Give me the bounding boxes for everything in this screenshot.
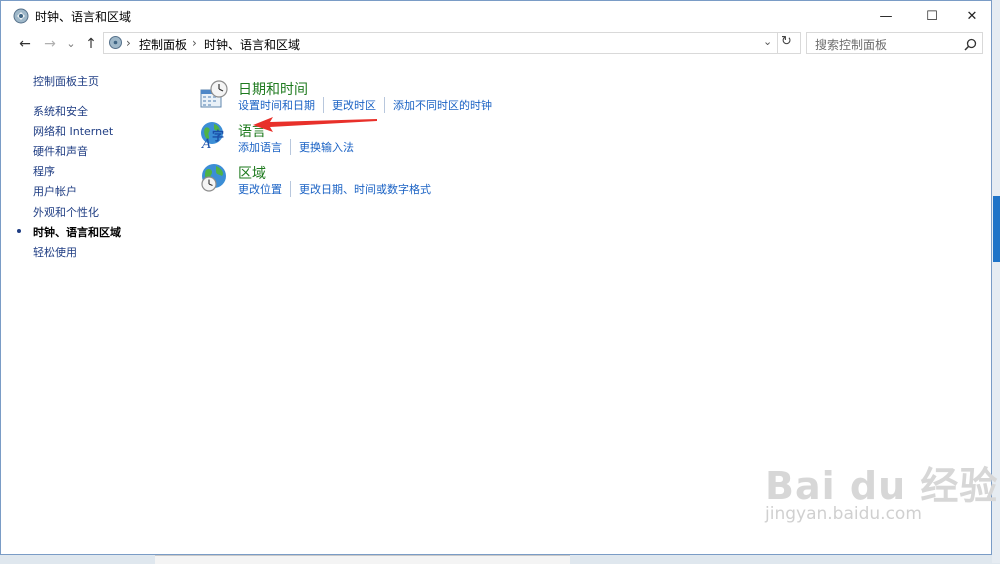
clock-calendar-icon[interactable]: [199, 79, 229, 109]
region-globe-icon[interactable]: [199, 163, 229, 193]
minimize-button[interactable]: —: [863, 1, 909, 31]
address-bar-row: ← → ⌄ ↑ › 控制面板 › 时钟、语言和区域 ⌄ ↻ 搜索控制面板: [1, 31, 991, 57]
annotation-arrow: [253, 117, 377, 132]
change-input-method-link[interactable]: 更换输入法: [290, 139, 362, 155]
sidebar-item-system-security[interactable]: 系统和安全: [33, 103, 88, 119]
breadcrumb-separator: ›: [126, 36, 131, 50]
region-links: 更改位置 更改日期、时间或数字格式: [238, 181, 439, 197]
forward-arrow-icon[interactable]: →: [41, 35, 59, 53]
date-time-title[interactable]: 日期和时间: [238, 79, 308, 99]
date-time-links: 设置时间和日期 更改时区 添加不同时区的时钟: [238, 97, 500, 113]
change-time-zone-link[interactable]: 更改时区: [323, 97, 384, 113]
add-clocks-link[interactable]: 添加不同时区的时钟: [384, 97, 500, 113]
title-bar[interactable]: 时钟、语言和区域 — ☐ ✕: [1, 1, 991, 31]
active-bullet-icon: [17, 229, 21, 233]
breadcrumb-control-panel[interactable]: 控制面板: [139, 36, 187, 53]
breadcrumb-clock-language-region[interactable]: 时钟、语言和区域: [204, 36, 300, 53]
back-arrow-icon[interactable]: ←: [16, 35, 34, 53]
recent-locations-icon[interactable]: ⌄: [62, 35, 80, 53]
add-language-link[interactable]: 添加语言: [238, 139, 290, 155]
change-location-link[interactable]: 更改位置: [238, 181, 290, 197]
watermark-brand: Bai du 经验: [765, 464, 999, 508]
control-panel-icon: [12, 7, 30, 25]
up-arrow-icon[interactable]: ↑: [82, 35, 100, 53]
sidebar-item-control-panel-home[interactable]: 控制面板主页: [33, 73, 99, 89]
language-globe-icon[interactable]: A 字: [199, 120, 229, 152]
svg-text:字: 字: [212, 128, 224, 143]
refresh-icon[interactable]: ↻: [781, 34, 792, 49]
breadcrumb-separator: ›: [192, 36, 197, 50]
address-field[interactable]: › 控制面板 › 时钟、语言和区域 ⌄ ↻: [103, 32, 801, 54]
sidebar-item-clock-language-region[interactable]: 时钟、语言和区域: [17, 224, 121, 240]
baidu-watermark: Bai du 经验 jingyan.baidu.com: [765, 455, 998, 524]
control-panel-small-icon: [108, 35, 123, 53]
close-button[interactable]: ✕: [949, 1, 995, 31]
sidebar-item-network-internet[interactable]: 网络和 Internet: [33, 123, 113, 139]
set-time-date-link[interactable]: 设置时间和日期: [238, 97, 323, 113]
search-icon[interactable]: [964, 36, 977, 55]
change-formats-link[interactable]: 更改日期、时间或数字格式: [290, 181, 439, 197]
address-dropdown-icon[interactable]: ⌄: [763, 35, 772, 48]
search-box[interactable]: 搜索控制面板: [806, 32, 983, 54]
address-divider: [777, 33, 778, 53]
language-links: 添加语言 更换输入法: [238, 139, 362, 155]
sidebar-item-appearance[interactable]: 外观和个性化: [33, 204, 99, 220]
sidebar-item-ease-of-access[interactable]: 轻松使用: [33, 244, 77, 260]
svg-text:A: A: [201, 137, 211, 150]
search-placeholder: 搜索控制面板: [815, 38, 888, 52]
sidebar-item-user-accounts[interactable]: 用户帐户: [33, 183, 77, 199]
region-title[interactable]: 区域: [238, 163, 266, 183]
sidebar-item-hardware-sound[interactable]: 硬件和声音: [33, 143, 88, 159]
background-accent: [993, 196, 1000, 262]
sidebar-item-programs[interactable]: 程序: [33, 163, 55, 179]
sidebar-item-label: 时钟、语言和区域: [33, 226, 121, 239]
window-title: 时钟、语言和区域: [35, 10, 132, 24]
